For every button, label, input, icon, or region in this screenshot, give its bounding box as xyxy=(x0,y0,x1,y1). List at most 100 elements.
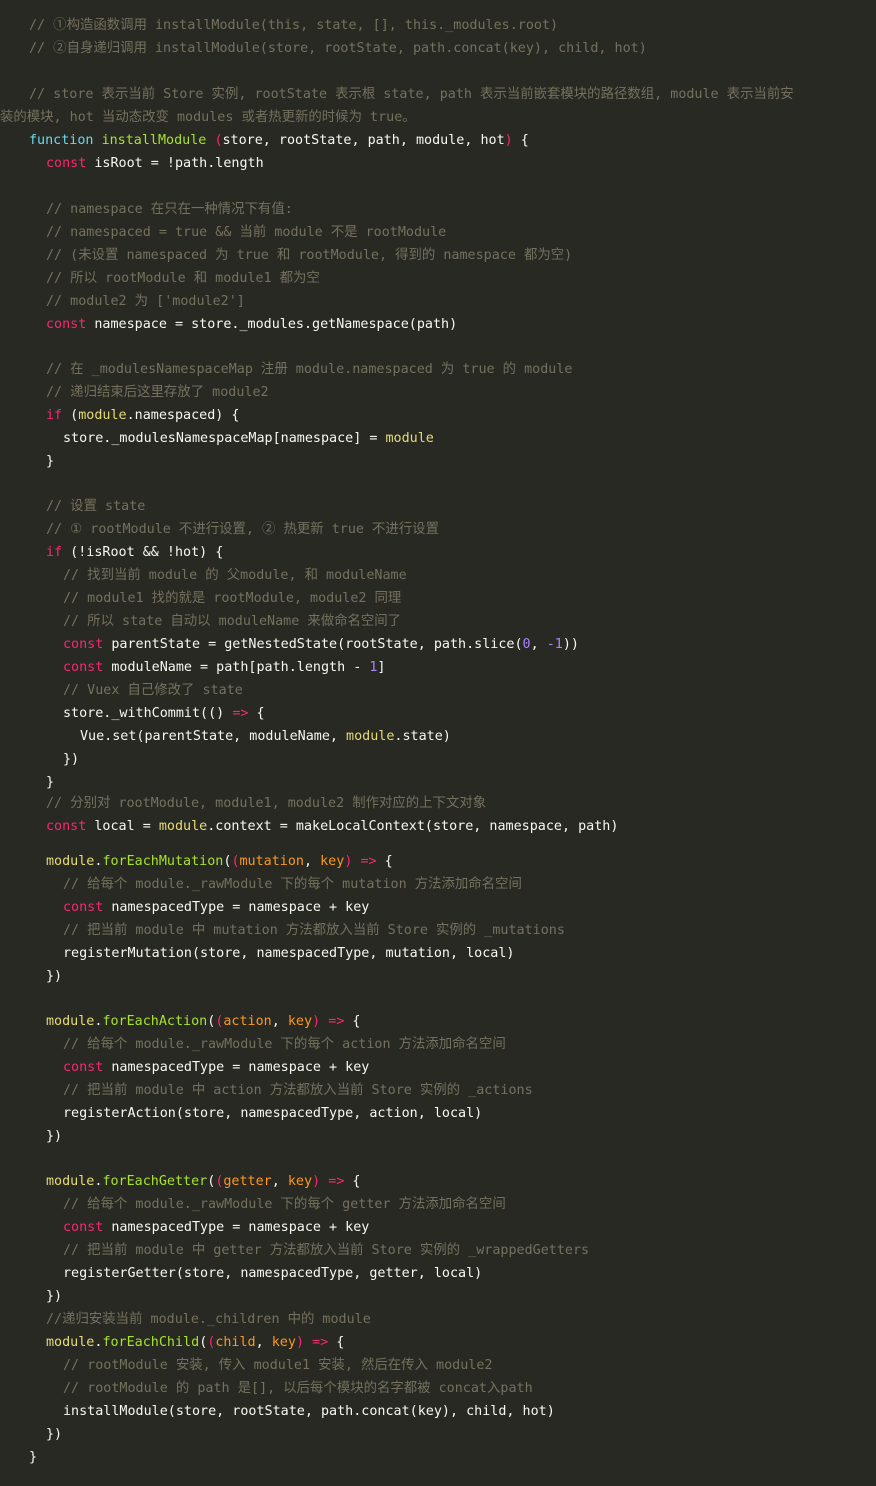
code-token: const xyxy=(63,1220,104,1235)
code-line: // ①构造函数调用 installModule(this, state, []… xyxy=(29,14,558,37)
code-line: // namespaced = true && 当前 module 不是 roo… xyxy=(46,221,446,244)
code-token: const xyxy=(63,660,104,675)
code-line: }) xyxy=(46,965,62,988)
code-token: isRoot = !path.length xyxy=(86,156,264,171)
code-token: .state) xyxy=(394,729,451,744)
code-token: const xyxy=(63,1060,104,1075)
code-token: key xyxy=(271,1335,296,1350)
code-token: forEachAction xyxy=(102,1014,208,1029)
code-token: }) xyxy=(46,1427,63,1442)
code-token: ) xyxy=(312,1174,321,1189)
code-token: { xyxy=(248,706,265,721)
code-token: // namespaced = true && 当前 module 不是 roo… xyxy=(46,225,447,240)
code-token: -1 xyxy=(546,637,563,652)
code-line: store._withCommit(() => { xyxy=(63,702,265,725)
code-line: // module2 为 ['module2'] xyxy=(46,290,245,313)
code-token: { xyxy=(328,1335,345,1350)
code-token: // (未设置 namespaced 为 true 和 rootModule, … xyxy=(46,248,573,263)
code-line: const namespacedType = namespace + key xyxy=(63,1056,369,1079)
code-token: }) xyxy=(46,1129,63,1144)
code-token: // Vuex 自己修改了 state xyxy=(63,683,243,698)
code-token: forEachGetter xyxy=(102,1174,208,1189)
code-token: // 把当前 module 中 getter 方法都放入当前 Store 实例的… xyxy=(63,1243,590,1258)
code-token: => xyxy=(328,1174,345,1189)
code-token: // ① rootModule 不进行设置, ② 热更新 true 不进行设置 xyxy=(46,522,439,537)
code-token: // 所以 rootModule 和 module1 都为空 xyxy=(46,271,320,286)
code-token: installModule(store, rootState, path.con… xyxy=(63,1404,555,1419)
code-token: module xyxy=(346,729,395,744)
code-line: function installModule (store, rootState… xyxy=(29,129,529,152)
code-token: // 所以 state 自动以 moduleName 来做命名空间了 xyxy=(63,614,402,629)
code-line: // 把当前 module 中 action 方法都放入当前 Store 实例的… xyxy=(63,1079,533,1102)
code-token: namespacedType = namespace + key xyxy=(103,900,370,915)
code-line: const local = module.context = makeLocal… xyxy=(46,815,618,838)
code-token: , xyxy=(271,1014,288,1029)
code-token: module xyxy=(46,1174,95,1189)
code-line: // 给每个 module._rawModule 下的每个 action 方法添… xyxy=(63,1033,506,1056)
code-line: const moduleName = path[path.length - 1] xyxy=(63,656,385,679)
code-token: store._withCommit(() xyxy=(63,706,233,721)
code-token: // 递归结束后这里存放了 module2 xyxy=(46,385,269,400)
code-line: if (!isRoot && !hot) { xyxy=(46,541,223,564)
code-token: module xyxy=(46,854,95,869)
code-token: ) xyxy=(295,1335,304,1350)
code-token: forEachChild xyxy=(102,1335,200,1350)
code-token: { xyxy=(376,854,393,869)
code-line: module.forEachGetter((getter, key) => { xyxy=(46,1170,360,1193)
code-token: // 把当前 module 中 mutation 方法都放入当前 Store 实… xyxy=(63,923,565,938)
code-editor[interactable]: // ①构造函数调用 installModule(this, state, []… xyxy=(0,0,876,1486)
code-token: // 把当前 module 中 action 方法都放入当前 Store 实例的… xyxy=(63,1083,533,1098)
code-token: { xyxy=(344,1174,361,1189)
code-line: module.forEachMutation((mutation, key) =… xyxy=(46,850,393,873)
code-token: // 找到当前 module 的 父module, 和 moduleName xyxy=(63,568,407,583)
code-token: key xyxy=(287,1014,313,1029)
code-token: store, rootState, path, module, hot xyxy=(222,133,505,148)
code-token: namespace = store._modules.getNamespace(… xyxy=(86,317,458,332)
code-line: const namespace = store._modules.getName… xyxy=(46,313,457,336)
code-line: // rootModule 安装, 传入 module1 安装, 然后在传入 m… xyxy=(63,1354,492,1377)
code-token: ( xyxy=(62,408,79,423)
code-token: // 给每个 module._rawModule 下的每个 mutation 方… xyxy=(63,877,522,892)
code-token: installModule xyxy=(101,133,207,148)
code-token: moduleName = path[path.length - xyxy=(103,660,370,675)
code-line: registerGetter(store, namespacedType, ge… xyxy=(63,1262,482,1285)
code-line: // 找到当前 module 的 父module, 和 moduleName xyxy=(63,564,407,587)
code-line: // ① rootModule 不进行设置, ② 热更新 true 不进行设置 xyxy=(46,518,439,541)
code-line: // 把当前 module 中 getter 方法都放入当前 Store 实例的… xyxy=(63,1239,589,1262)
code-line: // (未设置 namespaced 为 true 和 rootModule, … xyxy=(46,244,572,267)
code-token: action xyxy=(223,1014,272,1029)
code-line: } xyxy=(29,1446,37,1469)
code-token: Vue.set(parentState, moduleName, xyxy=(80,729,347,744)
code-token: // rootModule 安装, 传入 module1 安装, 然后在传入 m… xyxy=(63,1358,493,1373)
code-token: const xyxy=(46,819,87,834)
code-line: module.forEachAction((action, key) => { xyxy=(46,1010,360,1033)
code-token: , xyxy=(271,1174,288,1189)
code-token: // store 表示当前 Store 实例, rootState 表示根 st… xyxy=(29,87,794,102)
code-token: key xyxy=(320,854,345,869)
code-line: }) xyxy=(46,1285,62,1308)
code-line: // namespace 在只在一种情况下有值: xyxy=(46,198,293,221)
code-token: => xyxy=(312,1335,329,1350)
code-token: const xyxy=(63,900,104,915)
code-token: => xyxy=(328,1014,345,1029)
code-token: , xyxy=(304,854,321,869)
code-token: registerAction(store, namespacedType, ac… xyxy=(63,1106,483,1121)
code-line: // store 表示当前 Store 实例, rootState 表示根 st… xyxy=(29,83,794,106)
code-token: // rootModule 的 path 是[], 以后每个模块的名字都被 co… xyxy=(63,1381,533,1396)
code-line: } xyxy=(46,771,54,794)
code-token: const xyxy=(46,317,87,332)
code-token: module xyxy=(78,408,127,423)
code-token: => xyxy=(360,854,377,869)
code-token: }) xyxy=(46,969,63,984)
code-token: child xyxy=(215,1335,256,1350)
code-token: module xyxy=(158,819,208,834)
code-token: registerGetter(store, namespacedType, ge… xyxy=(63,1266,483,1281)
code-token: forEachMutation xyxy=(102,854,224,869)
code-line: const parentState = getNestedState(rootS… xyxy=(63,633,579,656)
code-token: getter xyxy=(223,1174,272,1189)
code-token: 0 xyxy=(522,637,531,652)
code-token: } xyxy=(46,775,55,790)
code-token: , xyxy=(255,1335,272,1350)
